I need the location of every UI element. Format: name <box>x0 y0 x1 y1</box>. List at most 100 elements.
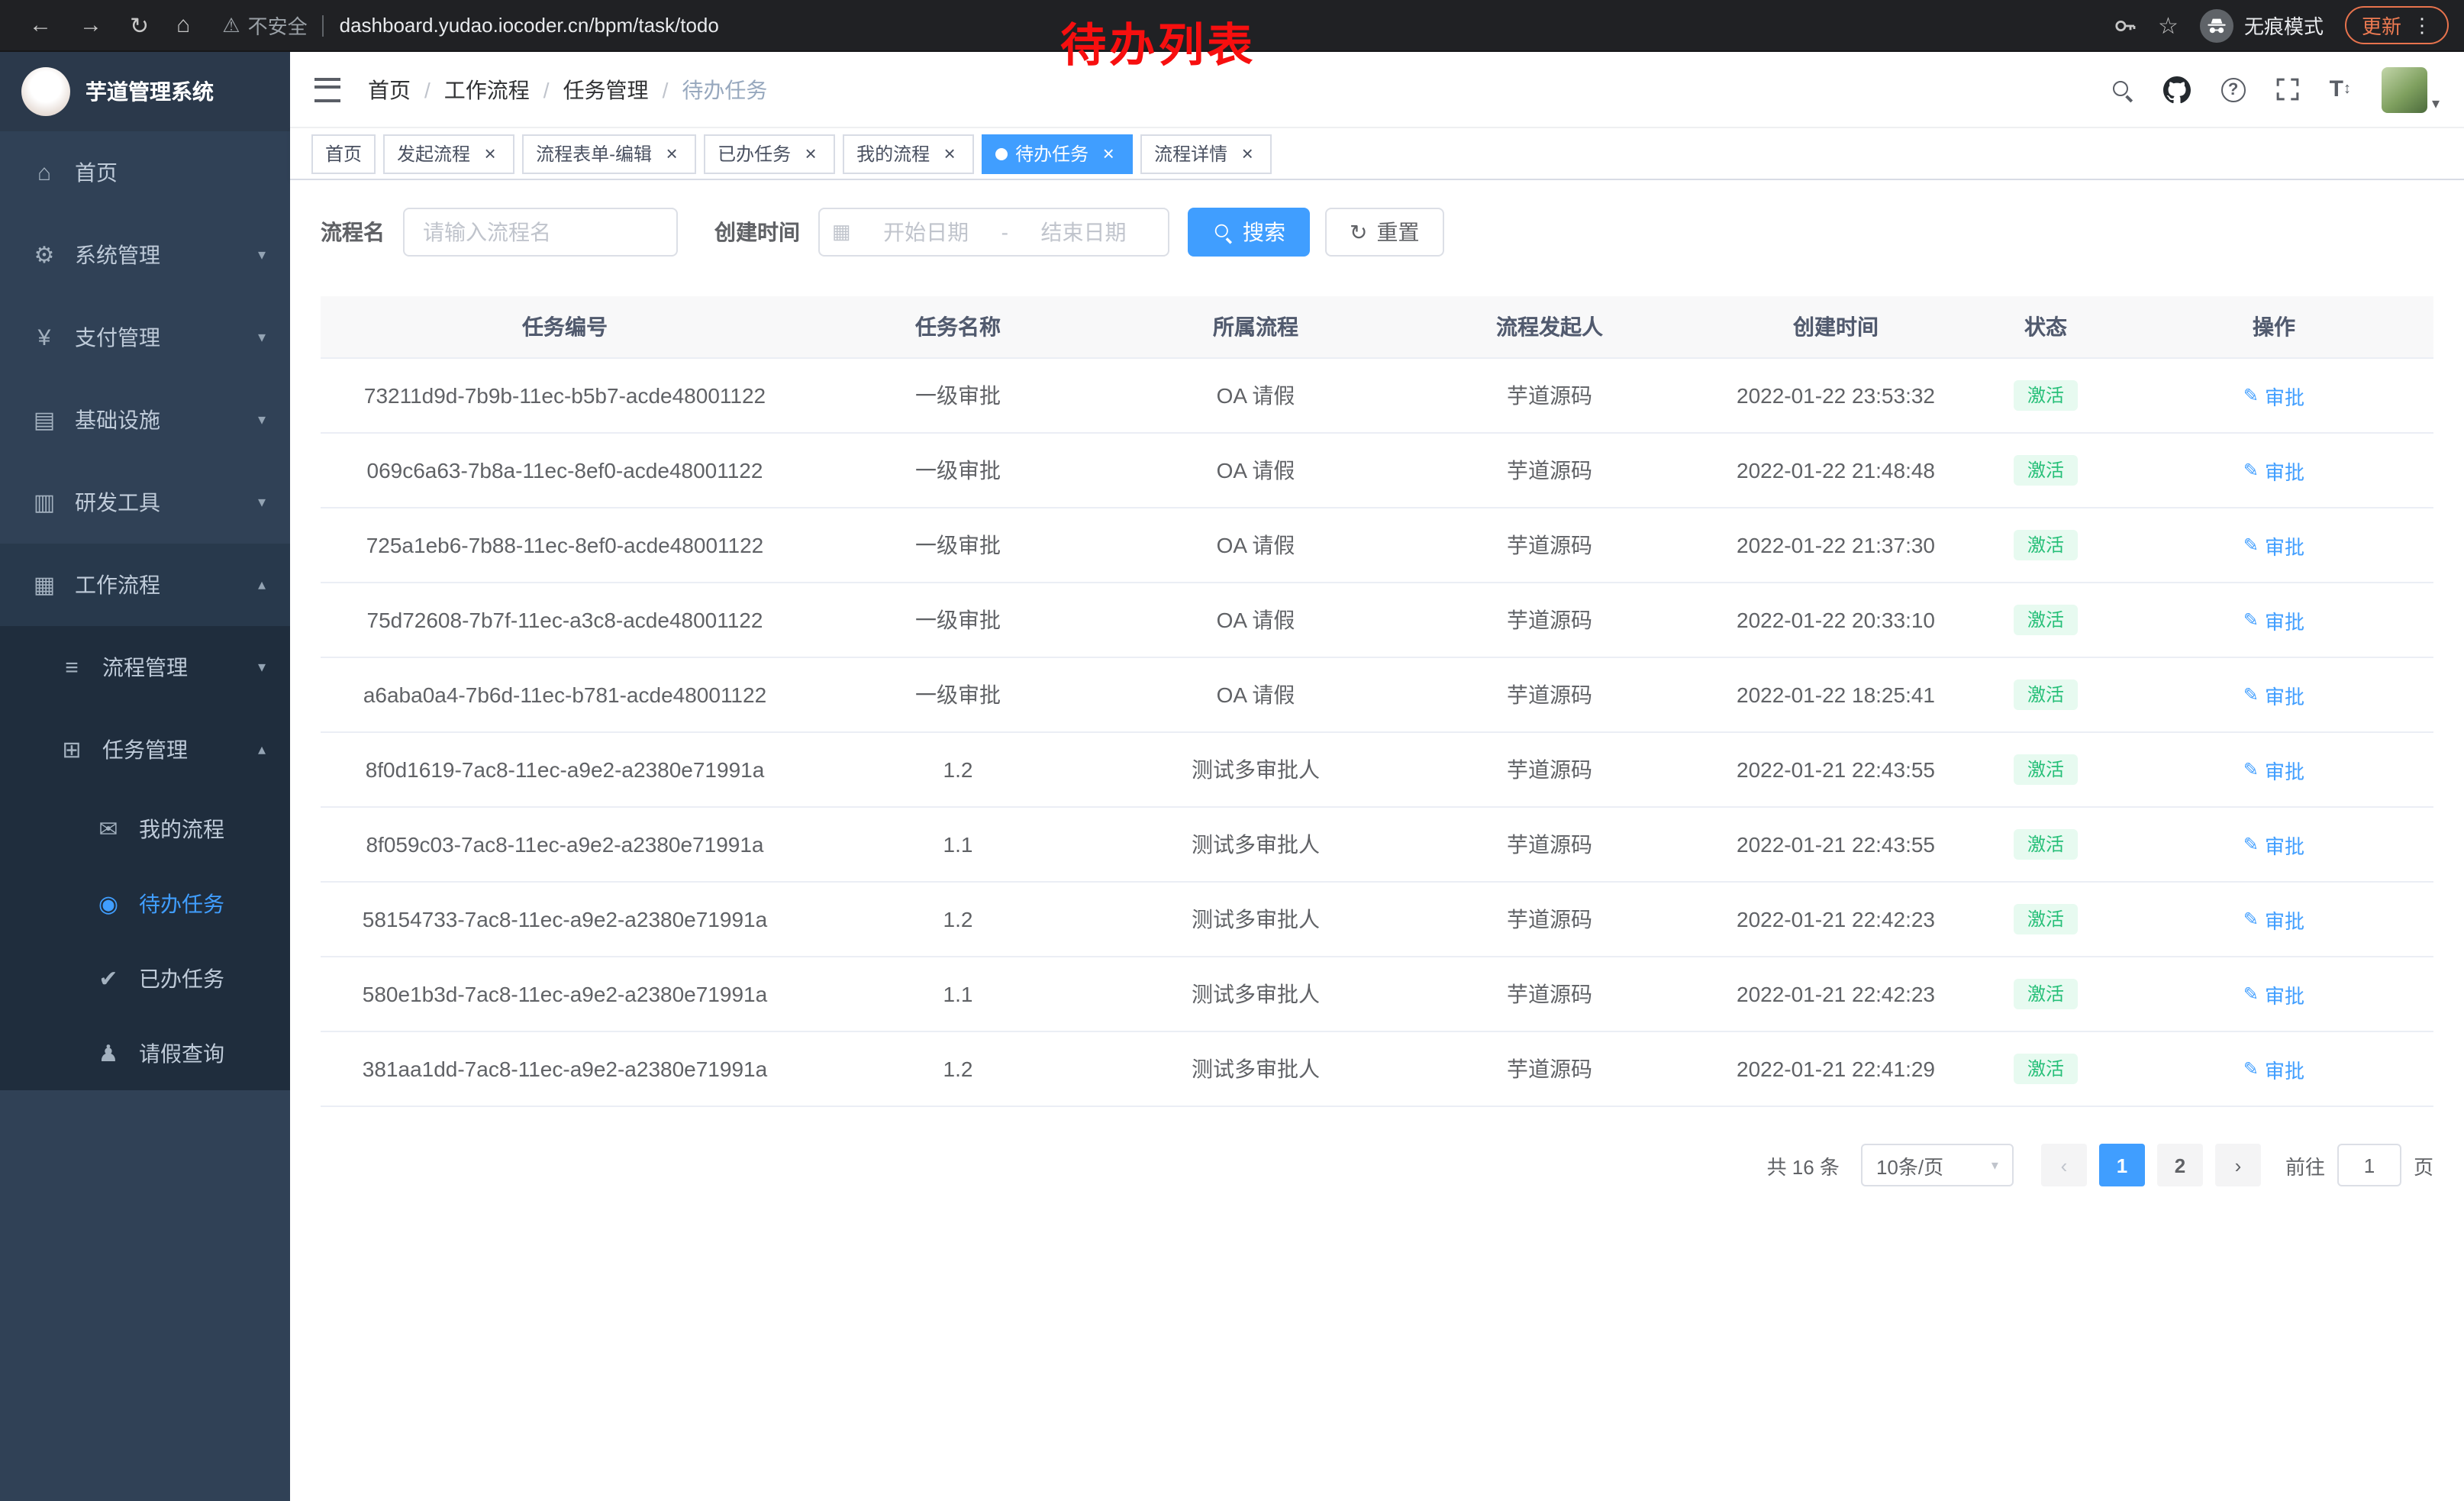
start-date-input[interactable] <box>854 218 998 246</box>
close-icon[interactable]: × <box>1098 143 1119 164</box>
table-row: a6aba0a4-7b6d-11ec-b781-acde48001122 一级审… <box>321 657 2433 732</box>
home-icon[interactable]: ⌂ <box>176 12 190 38</box>
page-content: 流程名 创建时间 ▦ - 搜索 ↻ 重置 <box>290 180 2464 1501</box>
process-name-input[interactable] <box>403 208 678 257</box>
col-status: 状态 <box>1977 296 2114 358</box>
process-name-label: 流程名 <box>321 217 385 247</box>
prev-page-button[interactable]: ‹ <box>2041 1144 2087 1186</box>
sidebar-item[interactable]: ¥ 支付管理 ▾ <box>0 296 290 379</box>
close-icon[interactable]: × <box>479 143 501 164</box>
help-icon[interactable]: ? <box>2221 77 2246 102</box>
app-logo[interactable]: 芋道管理系统 <box>0 52 290 131</box>
breadcrumb-item[interactable]: 任务管理 <box>563 74 669 105</box>
approve-button[interactable]: ✎ 审批 <box>2243 381 2304 410</box>
tab[interactable]: 流程详情 × <box>1140 134 1272 173</box>
security-warning[interactable]: ⚠ 不安全 <box>222 11 307 40</box>
approve-button[interactable]: ✎ 审批 <box>2243 830 2304 859</box>
refresh-icon: ↻ <box>1350 219 1367 245</box>
approve-button[interactable]: ✎ 审批 <box>2243 905 2304 934</box>
close-icon[interactable]: × <box>1237 143 1258 164</box>
date-range-picker[interactable]: ▦ - <box>818 208 1169 257</box>
approve-button[interactable]: ✎ 审批 <box>2243 605 2304 634</box>
approve-label: 审批 <box>2265 531 2304 560</box>
sidebar-item[interactable]: ✔ 已办任务 <box>0 941 290 1015</box>
cell-created: 2022-01-22 23:53:32 <box>1695 358 1977 433</box>
cell-process: 测试多审批人 <box>1107 957 1405 1031</box>
page-button[interactable]: 2 <box>2157 1144 2203 1186</box>
cell-task-id: 73211d9d-7b9b-11ec-b5b7-acde48001122 <box>321 358 809 433</box>
cell-task-name: 一级审批 <box>809 433 1107 508</box>
sidebar-item[interactable]: ⚙ 系统管理 ▾ <box>0 214 290 296</box>
approve-button[interactable]: ✎ 审批 <box>2243 980 2304 1009</box>
table-row: 8f0d1619-7ac8-11ec-a9e2-a2380e71991a 1.2… <box>321 732 2433 807</box>
approve-button[interactable]: ✎ 审批 <box>2243 1054 2304 1083</box>
fullscreen-icon[interactable] <box>2276 78 2299 101</box>
approve-button[interactable]: ✎ 审批 <box>2243 755 2304 784</box>
logo-avatar <box>21 67 70 116</box>
cell-initiator: 芋道源码 <box>1405 807 1695 882</box>
sidebar-item[interactable]: ⊞ 任务管理 ▴ <box>0 709 290 791</box>
tab[interactable]: 待办任务 × <box>982 134 1133 173</box>
sidebar-item[interactable]: ▤ 基础设施 ▾ <box>0 379 290 461</box>
font-size-icon[interactable]: T↕ <box>2330 76 2351 102</box>
refresh-icon[interactable]: ↻ <box>130 11 149 39</box>
github-icon[interactable] <box>2163 76 2191 103</box>
approve-button[interactable]: ✎ 审批 <box>2243 456 2304 485</box>
bookmark-star-icon[interactable]: ☆ <box>2158 11 2179 39</box>
tabs-bar: 首页 发起流程 × 流程表单-编辑 × 已办任务 × 我的流程 × 待办任务 ×… <box>290 128 2464 180</box>
sidebar-item[interactable]: ⌂ 首页 <box>0 131 290 214</box>
tab[interactable]: 首页 <box>311 134 376 173</box>
close-icon[interactable]: × <box>939 143 960 164</box>
cell-initiator: 芋道源码 <box>1405 583 1695 657</box>
approve-label: 审批 <box>2265 830 2304 859</box>
tab[interactable]: 流程表单-编辑 × <box>522 134 696 173</box>
edit-icon: ✎ <box>2243 909 2259 930</box>
devtools-icon: ▥ <box>31 489 58 516</box>
sidebar-item[interactable]: ▥ 研发工具 ▾ <box>0 461 290 544</box>
avatar[interactable] <box>2382 66 2427 112</box>
sidebar-toggle-icon[interactable] <box>314 77 340 102</box>
cell-task-name: 1.1 <box>809 807 1107 882</box>
close-icon[interactable]: × <box>661 143 682 164</box>
sidebar-item[interactable]: ≡ 流程管理 ▾ <box>0 626 290 709</box>
close-icon[interactable]: × <box>800 143 821 164</box>
sidebar-item[interactable]: ✉ 我的流程 <box>0 791 290 866</box>
breadcrumb-item[interactable]: 工作流程 <box>444 74 550 105</box>
reset-button[interactable]: ↻ 重置 <box>1325 208 1443 257</box>
cell-created: 2022-01-22 21:48:48 <box>1695 433 1977 508</box>
user-menu[interactable]: ▾ <box>2382 66 2440 112</box>
cell-actions: ✎ 审批 <box>2114 583 2433 657</box>
key-icon[interactable] <box>2112 13 2137 37</box>
kebab-menu-icon[interactable]: ⋮ <box>2412 13 2432 37</box>
search-button[interactable]: 搜索 <box>1188 208 1310 257</box>
edit-icon: ✎ <box>2243 759 2259 780</box>
sidebar-item[interactable]: ♟ 请假查询 <box>0 1015 290 1090</box>
approve-button[interactable]: ✎ 审批 <box>2243 680 2304 709</box>
sidebar-item[interactable]: ▦ 工作流程 ▴ <box>0 544 290 626</box>
breadcrumb-item[interactable]: 首页 <box>368 74 431 105</box>
back-icon[interactable]: ← <box>29 12 52 38</box>
incognito-badge: 无痕模式 <box>2200 8 2324 42</box>
sidebar-item[interactable]: ◉ 待办任务 <box>0 866 290 941</box>
next-page-button[interactable]: › <box>2215 1144 2261 1186</box>
cell-status: 激活 <box>1977 358 2114 433</box>
tab[interactable]: 我的流程 × <box>843 134 974 173</box>
cell-status: 激活 <box>1977 583 2114 657</box>
tab-label: 首页 <box>325 140 362 166</box>
end-date-input[interactable] <box>1011 218 1156 246</box>
tab[interactable]: 已办任务 × <box>704 134 835 173</box>
search-icon[interactable] <box>2111 79 2133 100</box>
process-mgmt-icon: ≡ <box>58 654 85 680</box>
page-button[interactable]: 1 <box>2099 1144 2145 1186</box>
tab-label: 流程详情 <box>1154 140 1227 166</box>
page-size-select[interactable]: 10条/页 ▾ <box>1861 1144 2014 1186</box>
edit-icon: ✎ <box>2243 385 2259 406</box>
approve-label: 审批 <box>2265 381 2304 410</box>
approve-button[interactable]: ✎ 审批 <box>2243 531 2304 560</box>
forward-icon[interactable]: → <box>79 12 102 38</box>
address-bar[interactable]: ⚠ 不安全 dashboard.yudao.iocoder.cn/bpm/tas… <box>222 11 719 40</box>
goto-page-input[interactable] <box>2337 1144 2401 1186</box>
tab[interactable]: 发起流程 × <box>383 134 514 173</box>
browser-update-button[interactable]: 更新 ⋮ <box>2345 6 2449 44</box>
edit-icon: ✎ <box>2243 983 2259 1005</box>
